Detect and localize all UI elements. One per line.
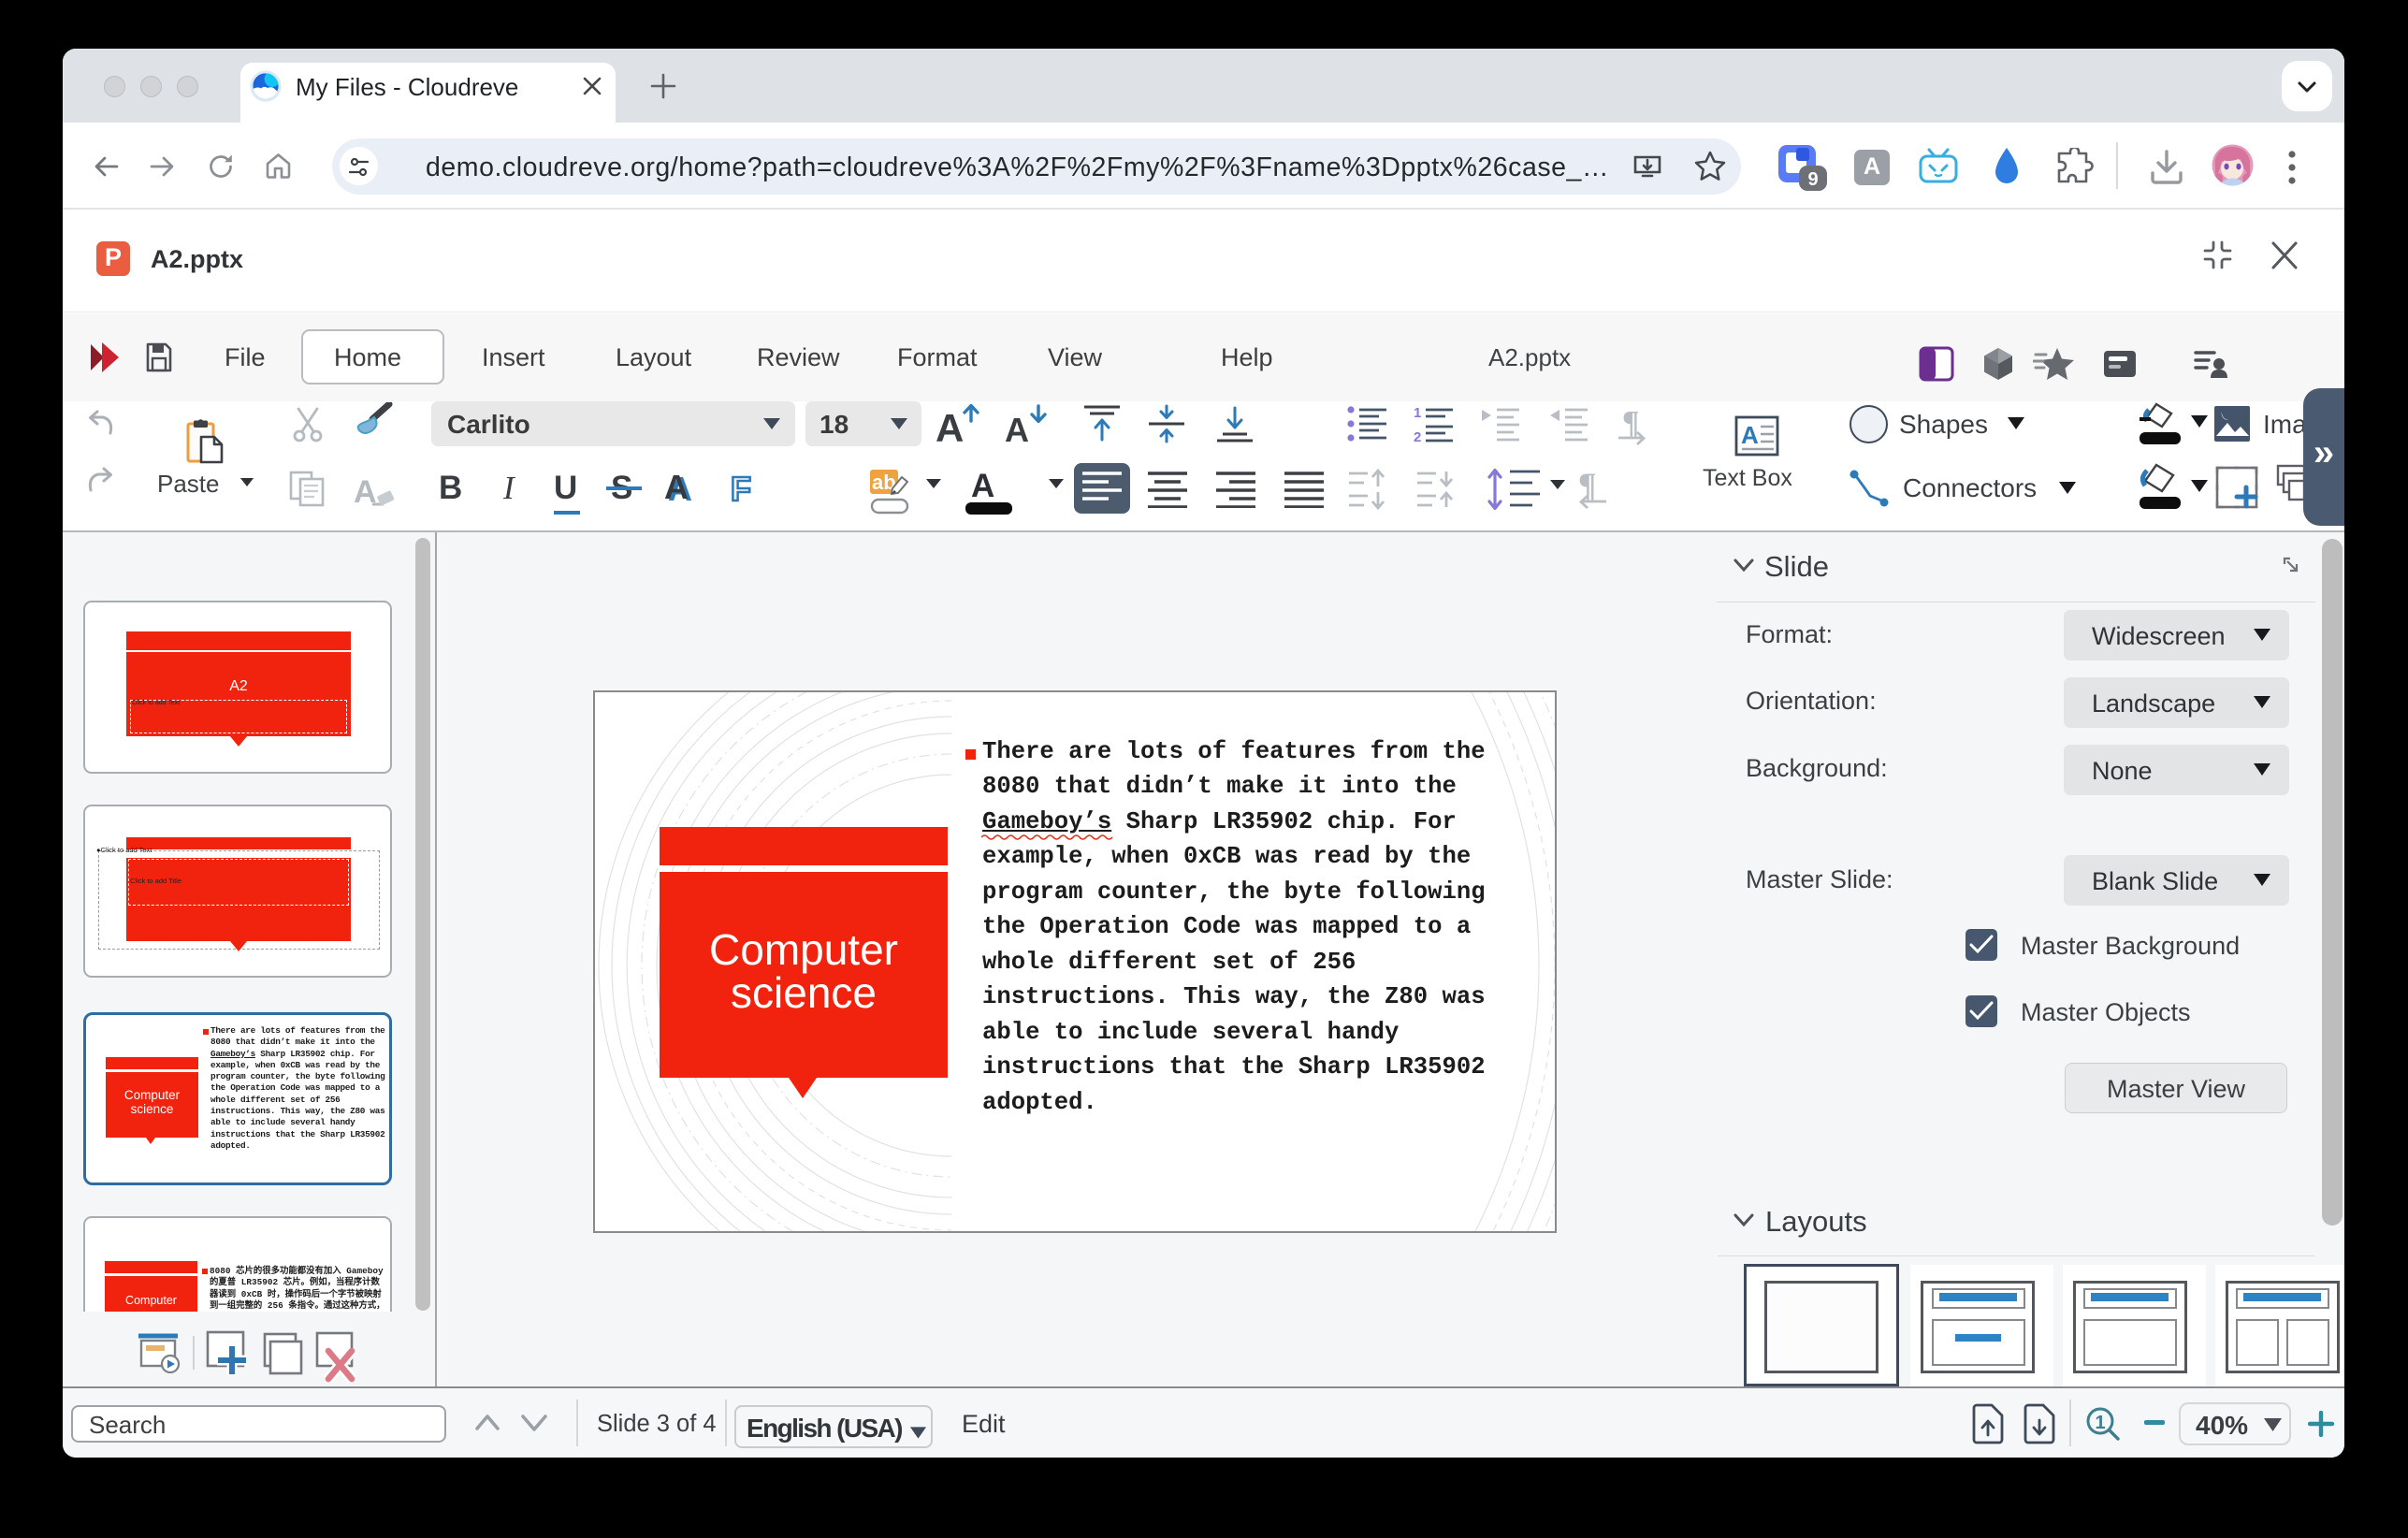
svg-text:2: 2 — [1414, 429, 1421, 443]
svg-text:1: 1 — [2095, 1413, 2105, 1433]
svg-text:A: A — [1005, 411, 1029, 445]
svg-text:¶: ¶ — [1622, 405, 1639, 440]
svg-text:9: 9 — [1807, 169, 1818, 190]
svg-text:A: A — [1741, 421, 1759, 449]
svg-text:1: 1 — [1414, 406, 1421, 421]
svg-text:A: A — [936, 406, 964, 445]
